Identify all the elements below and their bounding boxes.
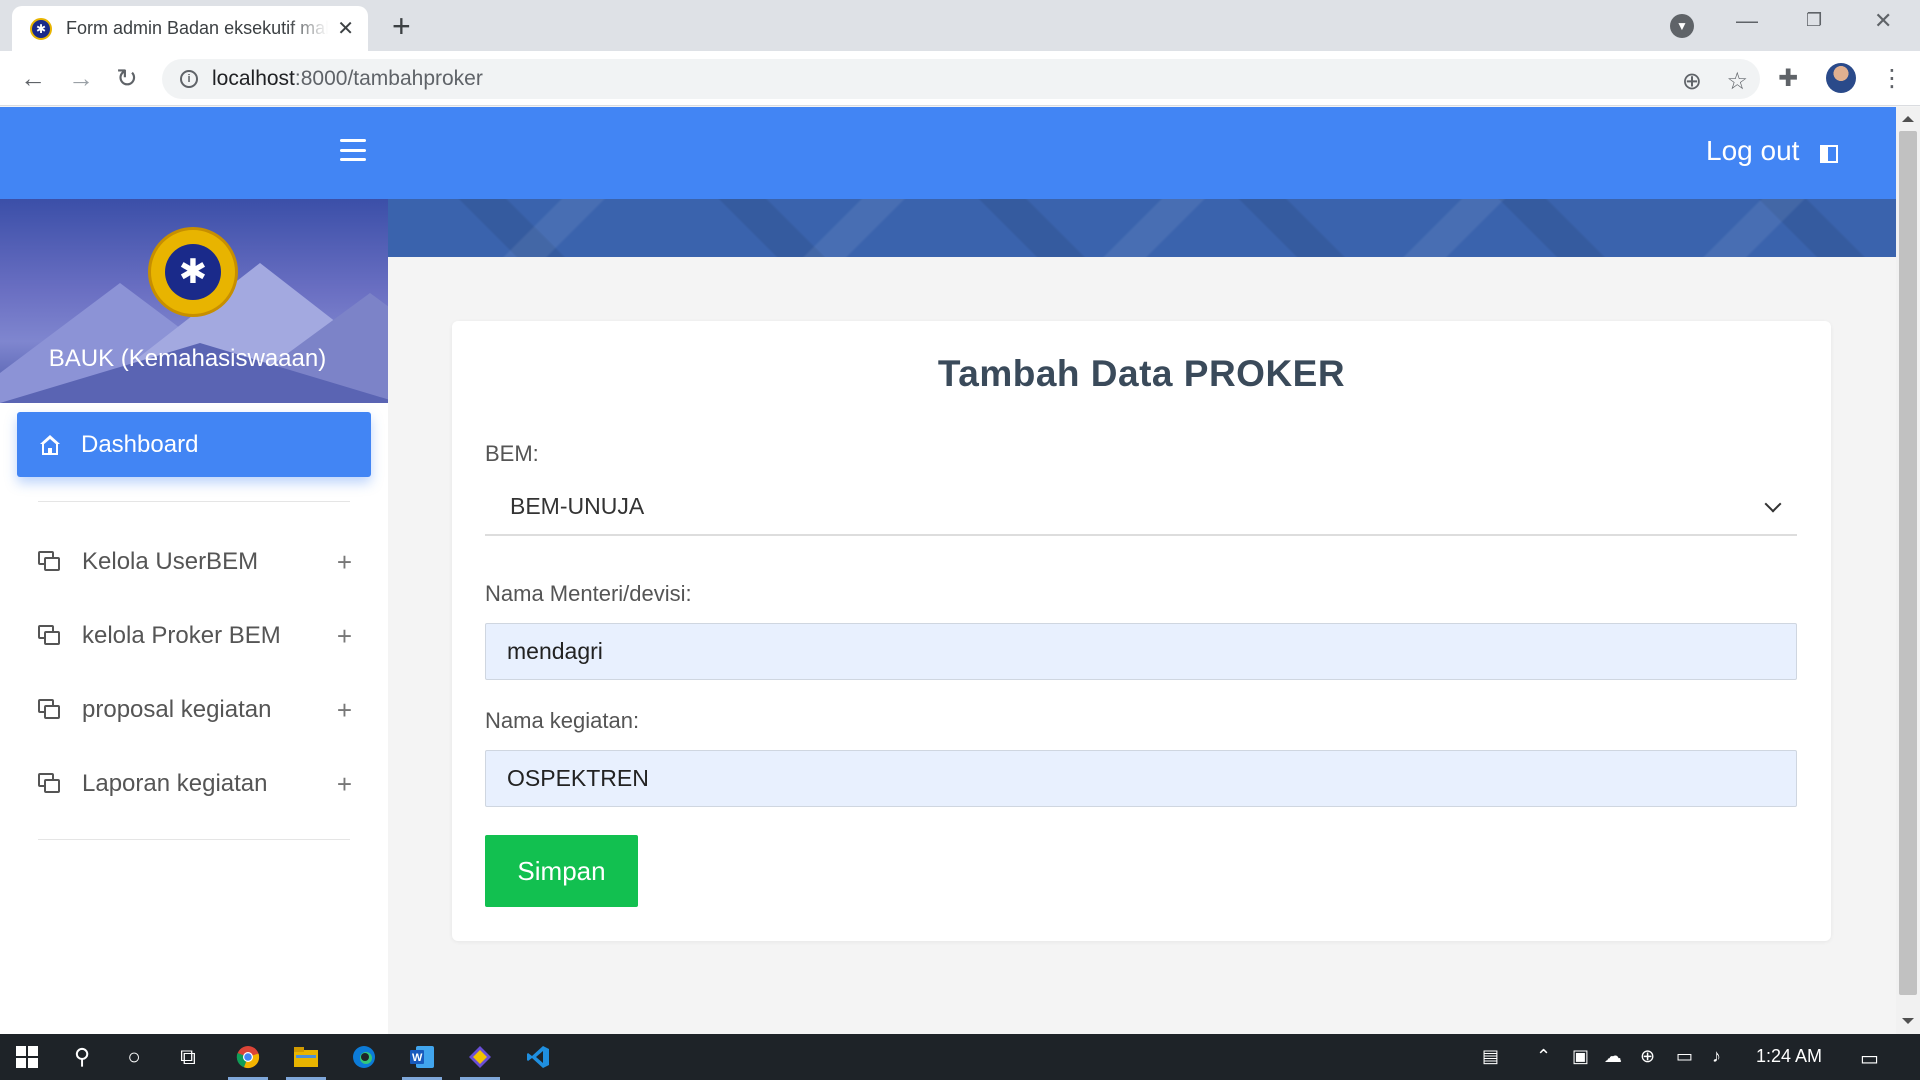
kegiatan-label: Nama kegiatan: bbox=[485, 708, 640, 733]
home-icon bbox=[39, 434, 61, 456]
sidebar-banner: ✱ BAUK (Kemahasiswaaan) bbox=[0, 199, 388, 403]
simpan-button[interactable]: Simpan bbox=[485, 835, 638, 907]
expand-plus-icon[interactable]: + bbox=[337, 695, 352, 726]
sidebar-item-label: kelola Proker BEM bbox=[82, 622, 281, 649]
sidebar: ✱ BAUK (Kemahasiswaaan) Dashboard Kelola… bbox=[0, 199, 388, 1034]
windows-taskbar: ⚲ ○ ⧉ W ▤ ⌃ ▣ ☁ ⊕ ▭ ♪ 1:24 AM ▭ bbox=[0, 1034, 1920, 1080]
url-text[interactable]: localhost:8000/tambahproker bbox=[212, 67, 483, 91]
close-tab-icon[interactable]: ✕ bbox=[337, 16, 354, 41]
expand-plus-icon[interactable]: + bbox=[337, 621, 352, 652]
chrome-icon[interactable] bbox=[222, 1034, 274, 1080]
browser-tabstrip: ✱ Form admin Badan eksekutif mahasiswa ✕… bbox=[0, 0, 1920, 51]
menteri-input[interactable]: mendagri bbox=[485, 623, 1797, 680]
kegiatan-input[interactable]: OSPEKTREN bbox=[485, 750, 1797, 807]
zoom-icon[interactable]: ⊕ bbox=[1682, 67, 1702, 96]
meet-icon[interactable]: ▣ bbox=[1572, 1046, 1589, 1067]
expand-plus-icon[interactable]: + bbox=[337, 769, 352, 800]
taskbar-clock[interactable]: 1:24 AM bbox=[1756, 1046, 1822, 1067]
page-banner bbox=[388, 199, 1896, 257]
sidebar-divider bbox=[38, 839, 350, 840]
favicon-icon: ✱ bbox=[30, 17, 52, 40]
kegiatan-input-value: OSPEKTREN bbox=[507, 765, 649, 791]
restore-icon[interactable]: ❐ bbox=[1806, 10, 1822, 31]
sidebar-item-label: proposal kegiatan bbox=[82, 696, 272, 723]
form-title: Tambah Data PROKER bbox=[937, 353, 1346, 394]
reload-icon[interactable]: ↻ bbox=[116, 63, 138, 93]
close-window-icon[interactable]: ✕ bbox=[1874, 8, 1892, 34]
info-icon[interactable]: i bbox=[180, 70, 198, 88]
volume-icon[interactable]: ♪ bbox=[1712, 1046, 1721, 1067]
copy-icon bbox=[38, 773, 60, 795]
tab-search-icon[interactable]: ▼ bbox=[1670, 14, 1694, 38]
sidebar-item-kelola-userbem[interactable]: Kelola UserBEM + bbox=[38, 542, 352, 582]
university-logo: ✱ bbox=[148, 227, 238, 317]
copy-icon bbox=[38, 699, 60, 721]
cortana-icon[interactable]: ○ bbox=[110, 1034, 158, 1080]
menu-dots-icon[interactable]: ⋮ bbox=[1880, 64, 1904, 93]
word-icon[interactable]: W bbox=[396, 1034, 448, 1080]
edge-icon[interactable] bbox=[338, 1034, 390, 1080]
scrollbar-thumb[interactable] bbox=[1899, 131, 1917, 995]
battery-icon[interactable]: ▭ bbox=[1676, 1046, 1693, 1067]
sidebar-org-name: BAUK (Kemahasiswaaan) bbox=[48, 345, 327, 372]
extensions-icon[interactable]: ✚ bbox=[1778, 64, 1798, 93]
windows-start-icon[interactable] bbox=[0, 1034, 54, 1080]
menteri-label: Nama Menteri/devisi: bbox=[485, 581, 692, 606]
menteri-input-value: mendagri bbox=[507, 638, 603, 664]
scroll-up-icon[interactable] bbox=[1902, 116, 1914, 122]
scroll-down-icon[interactable] bbox=[1902, 1018, 1914, 1024]
tray-expand-icon[interactable]: ⌃ bbox=[1536, 1046, 1551, 1067]
browser-tab[interactable]: ✱ Form admin Badan eksekutif mahasiswa ✕ bbox=[12, 6, 368, 51]
logout-link[interactable]: Log out bbox=[1706, 135, 1799, 167]
search-icon[interactable]: ⚲ bbox=[58, 1034, 106, 1080]
minimize-icon[interactable]: — bbox=[1736, 8, 1758, 34]
tab-title: Form admin Badan eksekutif mahasiswa bbox=[66, 18, 328, 38]
sidebar-item-label: Laporan kegiatan bbox=[82, 770, 268, 797]
notifications-icon[interactable]: ▭ bbox=[1860, 1046, 1879, 1071]
copy-icon bbox=[38, 551, 60, 573]
hamburger-menu-icon[interactable] bbox=[340, 139, 366, 161]
sidebar-item-dashboard[interactable]: Dashboard bbox=[17, 412, 371, 477]
bem-label: BEM: bbox=[485, 441, 539, 466]
sidebar-item-kelola-proker[interactable]: kelola Proker BEM + bbox=[38, 616, 352, 656]
file-explorer-icon[interactable] bbox=[280, 1034, 332, 1080]
sidebar-item-label: Kelola UserBEM bbox=[82, 548, 259, 575]
back-arrow-icon[interactable]: ← bbox=[20, 63, 46, 93]
svg-text:W: W bbox=[412, 1052, 423, 1064]
git-app-icon[interactable] bbox=[454, 1034, 506, 1080]
expand-plus-icon[interactable]: + bbox=[337, 547, 352, 578]
network-icon[interactable]: ⊕ bbox=[1640, 1046, 1655, 1067]
star-icon[interactable]: ☆ bbox=[1726, 67, 1748, 96]
sidebar-item-proposal-kegiatan[interactable]: proposal kegiatan + bbox=[38, 690, 352, 730]
vscode-icon[interactable] bbox=[512, 1034, 564, 1080]
browser-toolbar: ← → ↻ i localhost:8000/tambahproker ⊕ ☆ … bbox=[0, 51, 1920, 106]
logout-icon[interactable] bbox=[1820, 145, 1838, 163]
task-view-icon[interactable]: ⧉ bbox=[164, 1034, 212, 1080]
address-bar[interactable]: i localhost:8000/tambahproker ⊕ ☆ bbox=[162, 59, 1760, 99]
chevron-down-icon bbox=[1764, 495, 1782, 513]
sidebar-item-laporan-kegiatan[interactable]: Laporan kegiatan + bbox=[38, 764, 352, 804]
new-tab-button[interactable]: + bbox=[392, 10, 411, 42]
bem-select[interactable]: BEM-UNUJA bbox=[485, 478, 1797, 536]
sidebar-divider bbox=[38, 501, 350, 502]
form-card: Tambah Data PROKER BEM: BEM-UNUJA Nama M… bbox=[452, 321, 1831, 941]
copy-icon bbox=[38, 625, 60, 647]
forward-arrow-icon[interactable]: → bbox=[68, 63, 94, 93]
news-icon[interactable]: ▤ bbox=[1482, 1046, 1499, 1067]
bem-selected-value: BEM-UNUJA bbox=[510, 492, 645, 519]
page-header: Log out bbox=[0, 107, 1896, 199]
onedrive-icon[interactable]: ☁ bbox=[1604, 1046, 1622, 1067]
profile-avatar[interactable] bbox=[1826, 63, 1856, 93]
sidebar-item-label: Dashboard bbox=[81, 430, 199, 458]
